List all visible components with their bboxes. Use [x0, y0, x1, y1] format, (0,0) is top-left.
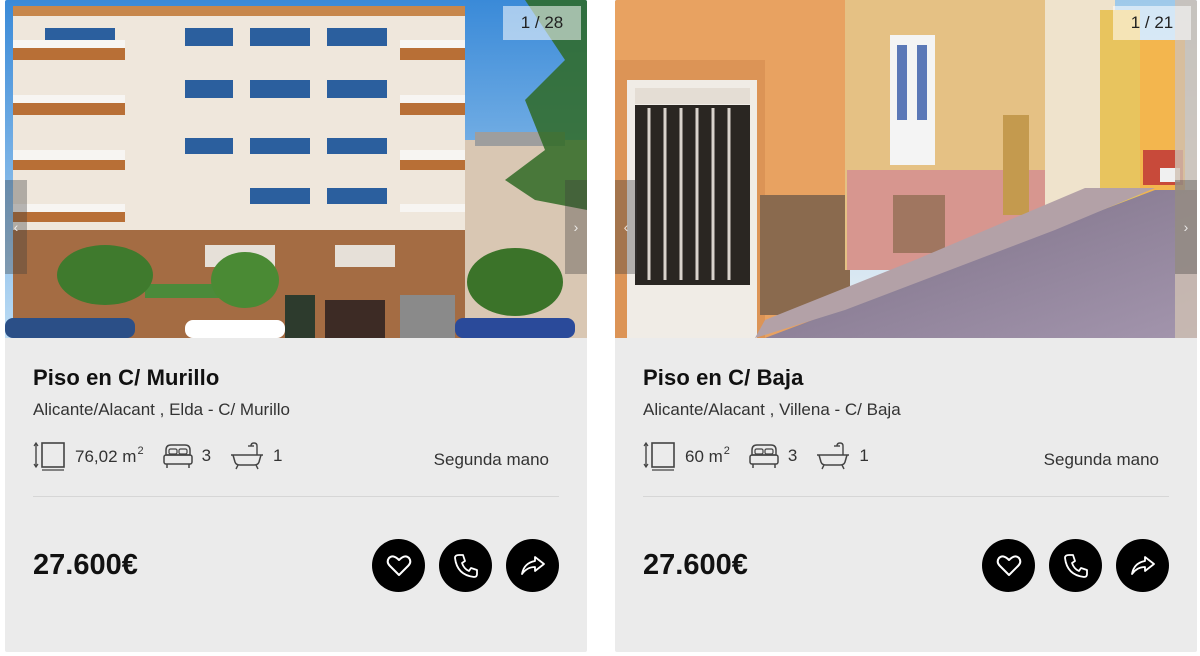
- phone-icon: [453, 553, 478, 578]
- street-photo: [615, 0, 1197, 338]
- phone-icon: [1063, 553, 1088, 578]
- area-icon: [643, 441, 675, 471]
- bedrooms-feature: 3: [162, 442, 211, 470]
- bed-icon: [749, 444, 779, 468]
- condition-label: Segunda mano: [433, 450, 549, 469]
- listing-title[interactable]: Piso en C/ Murillo: [33, 365, 559, 391]
- bathrooms-count: 1: [859, 446, 869, 465]
- listing-footer: 27.600€: [643, 497, 1169, 634]
- bedrooms-count: 3: [787, 446, 798, 465]
- listing-price: 27.600€: [33, 549, 138, 581]
- share-button[interactable]: [506, 539, 559, 592]
- heart-icon: [996, 554, 1021, 576]
- listing-actions: [982, 539, 1169, 592]
- listing-features: 76,02 m2 3 1 Segunda mano: [33, 438, 559, 474]
- next-photo-button[interactable]: ›: [565, 180, 587, 274]
- bathrooms-feature: 1: [229, 441, 283, 471]
- share-button[interactable]: [1116, 539, 1169, 592]
- heart-icon: [386, 554, 411, 576]
- listing-body: Piso en C/ Murillo Alicante/Alacant , El…: [5, 365, 587, 634]
- bathrooms-feature: 1: [815, 441, 869, 471]
- favorite-button[interactable]: [982, 539, 1035, 592]
- bed-icon: [162, 444, 193, 468]
- favorite-button[interactable]: [372, 539, 425, 592]
- listing-location: Alicante/Alacant , Elda - C/ Murillo: [33, 400, 290, 419]
- share-icon: [1130, 555, 1155, 575]
- photo-counter: 1 / 21: [1113, 6, 1191, 40]
- area-feature: 60 m2: [643, 441, 730, 471]
- listing-body: Piso en C/ Baja Alicante/Alacant , Ville…: [615, 365, 1197, 634]
- listing-actions: [372, 539, 559, 592]
- listing-card[interactable]: 1 / 21 ‹ › Piso en C/ Baja Alicante/Alac…: [615, 0, 1197, 652]
- area-value: 60 m2: [685, 445, 730, 466]
- listing-title[interactable]: Piso en C/ Baja: [643, 365, 1169, 391]
- bedrooms-count: 3: [201, 446, 212, 465]
- condition-label: Segunda mano: [1043, 450, 1159, 469]
- bath-icon: [817, 442, 850, 470]
- call-button[interactable]: [439, 539, 492, 592]
- listing-features: 60 m2 3 1 Segunda mano: [643, 438, 1169, 474]
- listing-photo[interactable]: 1 / 21 ‹ ›: [615, 0, 1197, 338]
- next-photo-button[interactable]: ›: [1175, 180, 1197, 274]
- area-feature: 76,02 m2: [33, 441, 144, 471]
- listing-location: Alicante/Alacant , Villena - C/ Baja: [643, 400, 901, 419]
- call-button[interactable]: [1049, 539, 1102, 592]
- listing-price: 27.600€: [643, 549, 748, 581]
- share-icon: [520, 555, 545, 575]
- prev-photo-button[interactable]: ‹: [5, 180, 27, 274]
- area-icon: [33, 441, 65, 471]
- photo-counter: 1 / 28: [503, 6, 581, 40]
- prev-photo-button[interactable]: ‹: [615, 180, 637, 274]
- area-value: 76,02 m2: [75, 445, 144, 466]
- building-photo: [5, 0, 587, 338]
- bathrooms-count: 1: [273, 446, 283, 465]
- listing-footer: 27.600€: [33, 497, 559, 634]
- bedrooms-feature: 3: [748, 442, 797, 470]
- listing-photo[interactable]: 1 / 28 ‹ ›: [5, 0, 587, 338]
- listing-card[interactable]: 1 / 28 ‹ › Piso en C/ Murillo Alicante/A…: [5, 0, 587, 652]
- bath-icon: [231, 442, 264, 470]
- listing-grid: 1 / 28 ‹ › Piso en C/ Murillo Alicante/A…: [0, 0, 1200, 656]
